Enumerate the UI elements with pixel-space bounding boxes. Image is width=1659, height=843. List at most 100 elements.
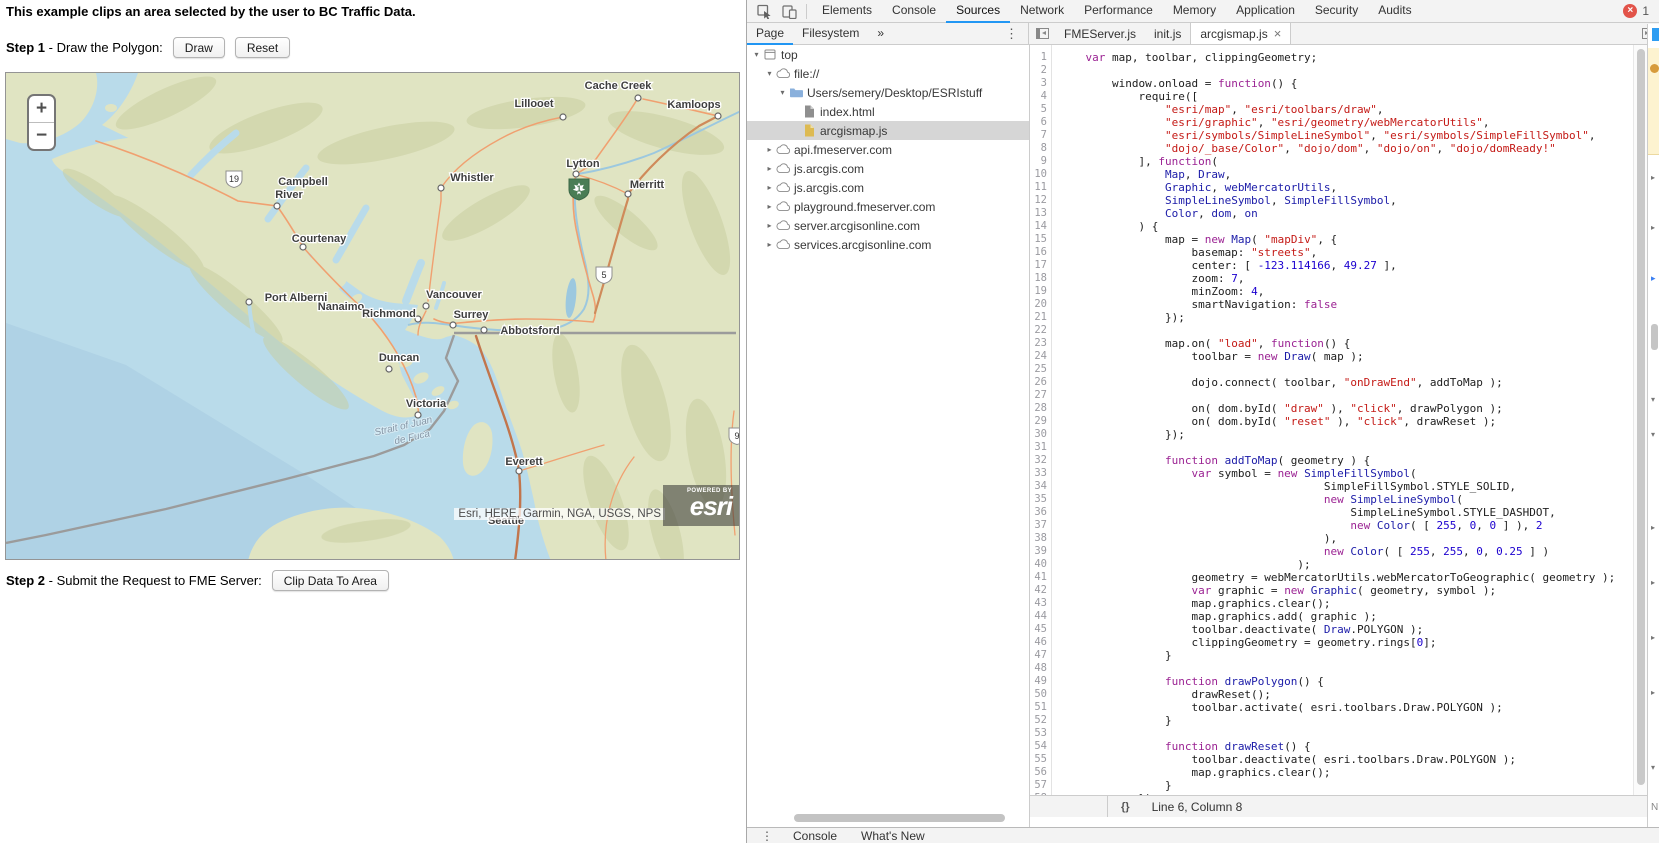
- line-number[interactable]: 1: [1030, 51, 1051, 64]
- code-line[interactable]: new Color( [ 255, 255, 0, 0.25 ] ): [1059, 545, 1633, 558]
- devtools-tab-application[interactable]: Application: [1226, 0, 1305, 23]
- code-line[interactable]: toolbar.deactivate( Draw.POLYGON );: [1059, 623, 1633, 636]
- editor-gutter[interactable]: 1 2 3 4 5 6 7 8 9 10 11 12 13 14 15 16 17 18 19 20 21 22 23 24 2…: [1030, 45, 1052, 795]
- code-line[interactable]: toolbar.activate( esri.toolbars.Draw.POL…: [1059, 701, 1633, 714]
- line-number[interactable]: 51: [1030, 701, 1051, 714]
- disclosure-icon[interactable]: ▸: [1651, 634, 1655, 642]
- navigator-tab-filesystem[interactable]: Filesystem: [793, 23, 868, 45]
- disclosure-icon[interactable]: ▾: [751, 50, 762, 59]
- line-number[interactable]: 28: [1030, 402, 1051, 415]
- line-number[interactable]: 23: [1030, 337, 1051, 350]
- drawer-menu-icon[interactable]: ⋮: [747, 829, 781, 843]
- code-line[interactable]: ], function(: [1059, 155, 1633, 168]
- code-line[interactable]: toolbar.deactivate( esri.toolbars.Draw.P…: [1059, 753, 1633, 766]
- code-line[interactable]: );: [1059, 558, 1633, 571]
- code-line[interactable]: new Color( [ 255, 0, 0 ] ), 2: [1059, 519, 1633, 532]
- devtools-tab-audits[interactable]: Audits: [1368, 0, 1421, 23]
- sidebar-item-file-[interactable]: ▾ file://: [747, 64, 1029, 83]
- code-line[interactable]: new SimpleLineSymbol(: [1059, 493, 1633, 506]
- code-line[interactable]: map.on( "load", function() {: [1059, 337, 1633, 350]
- code-line[interactable]: });: [1059, 311, 1633, 324]
- line-number[interactable]: 2: [1030, 64, 1051, 77]
- line-number[interactable]: 11: [1030, 181, 1051, 194]
- code-line[interactable]: SimpleLineSymbol, SimpleFillSymbol,: [1059, 194, 1633, 207]
- disclosure-icon[interactable]: ▸: [764, 183, 775, 192]
- line-number[interactable]: 34: [1030, 480, 1051, 493]
- scrollbar-thumb[interactable]: [1651, 324, 1658, 350]
- line-number[interactable]: 8: [1030, 142, 1051, 155]
- line-number[interactable]: 56: [1030, 766, 1051, 779]
- navigator-menu-icon[interactable]: ⋮: [995, 26, 1028, 42]
- code-line[interactable]: var map, toolbar, clippingGeometry;: [1059, 51, 1633, 64]
- code-line[interactable]: window.onload = function() {: [1059, 77, 1633, 90]
- line-number[interactable]: 18: [1030, 272, 1051, 285]
- code-line[interactable]: [1059, 441, 1633, 454]
- line-number[interactable]: 40: [1030, 558, 1051, 571]
- devtools-tab-security[interactable]: Security: [1305, 0, 1368, 23]
- line-number[interactable]: 50: [1030, 688, 1051, 701]
- code-line[interactable]: "dojo/_base/Color", "dojo/dom", "dojo/on…: [1059, 142, 1633, 155]
- code-line[interactable]: on( dom.byId( "reset" ), "click", drawRe…: [1059, 415, 1633, 428]
- editor-tab-arcgismap.js[interactable]: arcgismap.js ×: [1190, 23, 1292, 44]
- code-line[interactable]: [1059, 64, 1633, 77]
- devtools-tab-memory[interactable]: Memory: [1163, 0, 1226, 23]
- devtools-tab-sources[interactable]: Sources: [946, 0, 1011, 23]
- line-number[interactable]: 55: [1030, 753, 1051, 766]
- line-number[interactable]: 16: [1030, 246, 1051, 259]
- collapse-navigator-icon[interactable]: [1029, 23, 1055, 44]
- devtools-tab-performance[interactable]: Performance: [1074, 0, 1163, 23]
- code-line[interactable]: [1059, 324, 1633, 337]
- line-number[interactable]: 33: [1030, 467, 1051, 480]
- line-number[interactable]: 12: [1030, 194, 1051, 207]
- line-number[interactable]: 19: [1030, 285, 1051, 298]
- disclosure-icon[interactable]: ▾: [1651, 764, 1655, 772]
- code-line[interactable]: [1059, 727, 1633, 740]
- line-number[interactable]: 54: [1030, 740, 1051, 753]
- error-badge[interactable]: × 1: [1623, 4, 1649, 18]
- code-line[interactable]: Color, dom, on: [1059, 207, 1633, 220]
- line-number[interactable]: 29: [1030, 415, 1051, 428]
- line-number[interactable]: 36: [1030, 506, 1051, 519]
- line-number[interactable]: 17: [1030, 259, 1051, 272]
- sidebar-item-api-fmeserver-com[interactable]: ▸ api.fmeserver.com: [747, 140, 1029, 159]
- code-line[interactable]: ) {: [1059, 220, 1633, 233]
- draw-button[interactable]: Draw: [172, 37, 225, 58]
- line-number[interactable]: 46: [1030, 636, 1051, 649]
- line-number[interactable]: 49: [1030, 675, 1051, 688]
- code-line[interactable]: map = new Map( "mapDiv", {: [1059, 233, 1633, 246]
- code-line[interactable]: dojo.connect( toolbar, "onDrawEnd", addT…: [1059, 376, 1633, 389]
- line-number[interactable]: 13: [1030, 207, 1051, 220]
- scrollbar-thumb[interactable]: [794, 814, 1005, 822]
- drawer-tab-whats-new[interactable]: What's New: [849, 829, 937, 843]
- line-number[interactable]: 44: [1030, 610, 1051, 623]
- code-line[interactable]: Map, Draw,: [1059, 168, 1633, 181]
- code-line[interactable]: function drawReset() {: [1059, 740, 1633, 753]
- devtools-tab-network[interactable]: Network: [1010, 0, 1074, 23]
- sidebar-item-top[interactable]: ▾ top: [747, 45, 1029, 64]
- line-number[interactable]: 10: [1030, 168, 1051, 181]
- code-line[interactable]: require([: [1059, 90, 1633, 103]
- map[interactable]: Cache Creek Lillooet Kamloops Whistler Lytto…: [5, 72, 740, 560]
- line-number[interactable]: 43: [1030, 597, 1051, 610]
- line-number[interactable]: 27: [1030, 389, 1051, 402]
- sidebar-item-users-semery-desktop-esristuff[interactable]: ▾ Users/semery/Desktop/ESRIstuff: [747, 83, 1029, 102]
- code-line[interactable]: center: [ -123.114166, 49.27 ],: [1059, 259, 1633, 272]
- disclosure-icon[interactable]: ▾: [1651, 431, 1655, 439]
- disclosure-icon[interactable]: ▾: [777, 88, 788, 97]
- code-line[interactable]: map.graphics.clear();: [1059, 597, 1633, 610]
- line-number[interactable]: 3: [1030, 77, 1051, 90]
- line-number[interactable]: 9: [1030, 155, 1051, 168]
- code-line[interactable]: basemap: "streets",: [1059, 246, 1633, 259]
- editor-code[interactable]: var map, toolbar, clippingGeometry; wind…: [1052, 45, 1633, 795]
- code-line[interactable]: on( dom.byId( "draw" ), "click", drawPol…: [1059, 402, 1633, 415]
- drawer-tab-console[interactable]: Console: [781, 829, 849, 843]
- code-line[interactable]: clippingGeometry = geometry.rings[0];: [1059, 636, 1633, 649]
- code-line[interactable]: });: [1059, 428, 1633, 441]
- devtools-tab-elements[interactable]: Elements: [812, 0, 882, 23]
- disclosure-icon[interactable]: ▸: [1651, 524, 1655, 532]
- disclosure-icon[interactable]: ▸: [1651, 689, 1655, 697]
- resume-icon[interactable]: ▸: [1651, 274, 1656, 283]
- line-number[interactable]: 53: [1030, 727, 1051, 740]
- line-number[interactable]: 35: [1030, 493, 1051, 506]
- sidebar-item-js-arcgis-com[interactable]: ▸ js.arcgis.com: [747, 178, 1029, 197]
